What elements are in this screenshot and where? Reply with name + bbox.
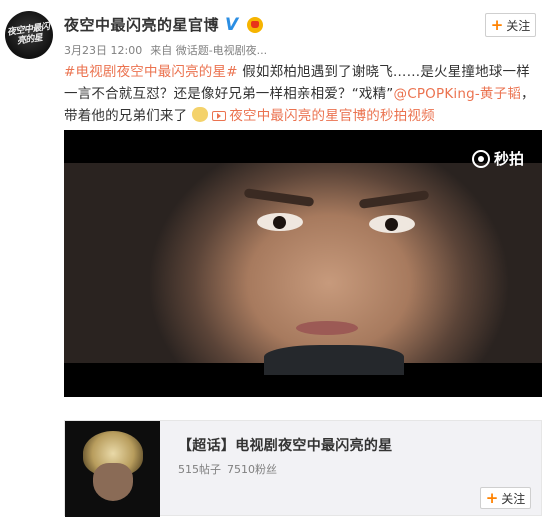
face-eye-left [257,213,303,231]
fan-count: 7510粉丝 [227,463,277,476]
follow-button[interactable]: + 关注 [485,13,536,37]
follow-label: 关注 [506,18,531,33]
post-source[interactable]: 来自 微话题-电视剧夜... [150,42,267,58]
avatar-logo-text: 夜空中最闪亮的星 [6,22,51,47]
emoji-cat-icon [191,107,208,122]
post-text: #电视剧夜空中最闪亮的星# 假如郑柏旭遇到了谢晓飞……是火星撞地球一样一言不合就… [64,61,542,127]
video-player[interactable]: 秒拍 [64,130,542,397]
plus-icon: + [490,16,504,34]
mention-link[interactable]: @CPOPKing-黄子韬 [394,86,522,102]
account-name[interactable]: 夜空中最闪亮的星官博 [64,14,219,35]
miaopai-watermark: 秒拍 [471,148,524,169]
verified-icon: V [225,14,239,35]
face-shirt [264,345,404,375]
super-topic-thumbnail [65,421,160,517]
miaopai-logo-icon [471,149,490,168]
plus-icon: + [485,489,499,507]
follow-label: 关注 [501,491,526,506]
face-lips [296,321,358,335]
vip-crown-icon [247,16,264,33]
video-frame-image [64,163,542,375]
video-link[interactable]: 夜空中最闪亮的星官博的秒拍视频 [212,108,435,124]
face-brow-left [243,188,315,207]
account-header: 夜空中最闪亮的星官博 V [64,14,264,35]
hashtag-link[interactable]: #电视剧夜空中最闪亮的星# [64,64,238,80]
watermark-text: 秒拍 [493,150,524,168]
super-topic-stats: 515帖子 7510粉丝 [178,461,277,477]
super-topic-title[interactable]: 【超话】电视剧夜空中最闪亮的星 [178,435,393,455]
super-topic-follow-button[interactable]: + 关注 [480,487,531,509]
super-topic-card[interactable]: 【超话】电视剧夜空中最闪亮的星 515帖子 7510粉丝 + 关注 [64,420,542,517]
avatar[interactable]: 夜空中最闪亮的星 [5,11,53,59]
post-count: 515帖子 [178,463,221,476]
post-date[interactable]: 3月23日 12:00 [64,42,142,58]
face-eye-right [369,215,415,233]
face-brow-right [358,190,430,209]
video-link-label: 夜空中最闪亮的星官博的秒拍视频 [229,108,435,124]
video-play-icon [212,111,227,121]
post-meta: 3月23日 12:00 来自 微话题-电视剧夜... [64,42,267,58]
thumb-face [93,463,133,501]
